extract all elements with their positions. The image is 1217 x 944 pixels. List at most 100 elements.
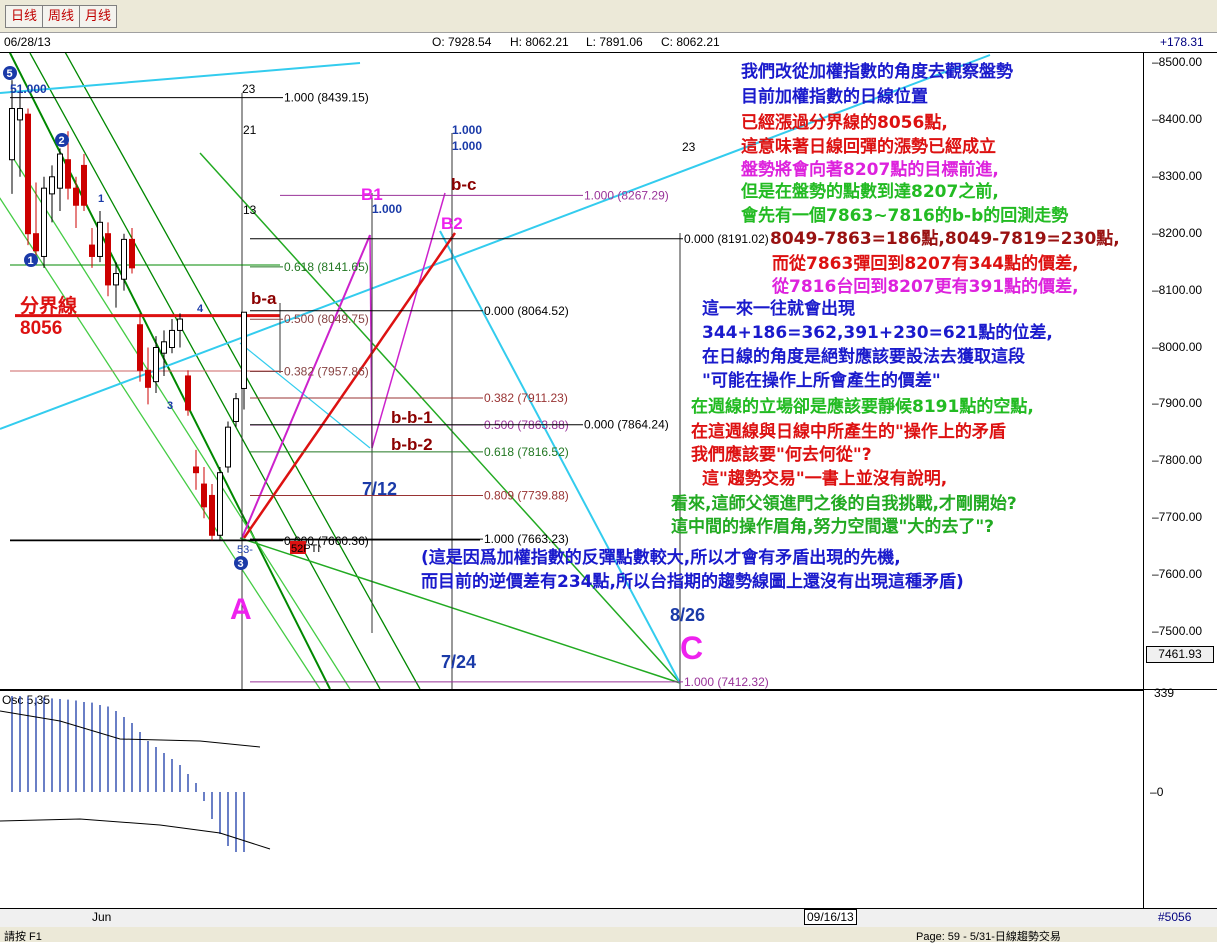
tab-daily[interactable]: 日线 xyxy=(5,5,44,28)
count-label: 1.000 xyxy=(372,202,402,216)
date-label: 06/28/13 xyxy=(4,35,51,49)
count-label: 51.000 xyxy=(10,82,47,96)
price-tick-7: –7800.00 xyxy=(1152,453,1203,468)
annotation-line-1: 我們改從加權指數的角度去觀察盤勢 xyxy=(741,62,1013,82)
candle-body xyxy=(169,329,175,348)
fib-label: 0.000 (8064.52) xyxy=(484,304,569,318)
annotation-line-8: 8049-7863=186點,8049-7819=230點, xyxy=(770,229,1120,249)
price-tick-10: –7500.00 xyxy=(1152,624,1203,638)
price-tick-9: –7600.00 xyxy=(1152,567,1203,582)
oscillator-axis: 339 –0 xyxy=(1143,686,1217,908)
candle-body xyxy=(177,318,183,331)
candle-body xyxy=(129,238,135,269)
fib-label: 0.000 (8191.02) xyxy=(684,232,769,246)
open-value: O: 7928.54 xyxy=(432,35,492,49)
price-tick-2: –8300.00 xyxy=(1152,168,1203,183)
fib-label: 1.000 (7663.23) xyxy=(484,532,569,546)
candle-body xyxy=(17,108,23,121)
count-label: 13 xyxy=(243,203,257,217)
status-bar: 請按 F1 Page: 59 - 5/31-日線趨勢交易 xyxy=(0,927,1217,943)
tab-monthly[interactable]: 月线 xyxy=(79,5,118,28)
wave-circle-label: 5 xyxy=(7,68,13,80)
price-tick-0: –8500.00 xyxy=(1152,55,1203,69)
date-label-724: 7/24 xyxy=(441,652,476,672)
annotation-line-15: 在週線的立場卻是應該要靜候8191點的空點, xyxy=(691,397,1034,417)
last-price-box: 7461.93 xyxy=(1146,646,1214,663)
annotation-line-11: 這一來一往就會出現 xyxy=(702,299,855,319)
annotation-line-9: 而從7863彈回到8207有344點的價差, xyxy=(772,254,1079,274)
count-label: 1.000 xyxy=(452,123,482,137)
annotation-line-20: 這中間的操作眉角,努力空間還"大的去了"? xyxy=(671,517,995,537)
candle-body xyxy=(113,273,119,286)
candle-body xyxy=(201,483,207,508)
tab-weekly[interactable]: 周线 xyxy=(42,5,81,28)
fib-label: 0.618 (8141.65) xyxy=(284,260,369,274)
candle-body xyxy=(89,244,95,257)
annotation-line-12: 344+186=362,391+230=621點的位差, xyxy=(702,323,1053,343)
price-tick-6: –7900.00 xyxy=(1152,396,1203,411)
annotation-line-22: 而目前的逆價差有234點,所以台指期的趨勢線圖上還沒有出現這種矛盾) xyxy=(421,572,964,592)
fib-label: 1.000 (8439.15) xyxy=(284,91,369,105)
price-tick-3: –8200.00 xyxy=(1152,225,1203,240)
candle-body xyxy=(161,341,167,354)
wave-label-a: A xyxy=(230,593,252,626)
fib-label: 0.382 (7957.86) xyxy=(284,364,369,378)
candle-body xyxy=(65,159,71,189)
wave-label-bb1: b-b-1 xyxy=(391,408,433,427)
fib-label: 0.500 (8049.75) xyxy=(284,312,369,326)
date-label-712: 7/12 xyxy=(362,479,397,499)
candle-body xyxy=(153,347,159,383)
osc-axis-top: 339 xyxy=(1154,686,1175,700)
wave-minor-label: 3 xyxy=(167,400,173,412)
candle-body xyxy=(81,164,87,206)
annotation-line-5: 盤勢將會向著8207點的目標前進, xyxy=(741,160,999,180)
fib-label: 0.000 (7864.24) xyxy=(584,418,669,432)
wave-circle-label: 3 xyxy=(238,558,244,570)
count-label: 21 xyxy=(243,123,257,137)
wave-minor-label: 4 xyxy=(197,303,204,315)
annotation-line-14: "可能在操作上所會產生的價差" xyxy=(702,371,941,391)
candle-body xyxy=(193,466,199,474)
annotation-line-16: 在這週線與日線中所產生的"操作上的矛盾 xyxy=(691,422,1006,442)
candle-body xyxy=(217,472,223,536)
fib-label: 0.809 (7739.88) xyxy=(484,489,569,503)
candle-body xyxy=(57,153,63,189)
candle-body xyxy=(209,494,215,536)
date-label-826: 8/26 xyxy=(670,605,705,625)
annotation-line-21: (這是因爲加權指數的反彈點數較大,所以才會有矛盾出現的先機, xyxy=(421,548,901,568)
price-tick-1: –8400.00 xyxy=(1152,111,1203,126)
candle-body xyxy=(9,108,15,161)
price-tick-8: –7700.00 xyxy=(1152,510,1203,525)
osc-signal-line xyxy=(0,710,261,748)
annotation-line-3: 已經漲過分界線的8056點, xyxy=(741,113,948,133)
candle-body xyxy=(73,187,79,206)
oscillator-chart[interactable] xyxy=(0,691,1143,907)
annotation-line-2: 目前加權指數的日線位置 xyxy=(741,87,928,107)
osc-axis-zero: –0 xyxy=(1150,785,1164,799)
divider-value: 8056 xyxy=(20,318,62,339)
annotation-line-10: 從7816台回到8207更有391點的價差, xyxy=(772,277,1079,297)
wave-label-b2: B2 xyxy=(441,214,463,233)
fib-label: 0.382 (7911.23) xyxy=(484,391,568,405)
wave-label-ba: b-a xyxy=(251,289,277,308)
candle-body xyxy=(225,426,231,468)
wave-label-bb2: b-b-2 xyxy=(391,435,433,454)
candle-body xyxy=(97,221,103,257)
low-value: L: 7891.06 xyxy=(586,35,643,49)
count-label: 53- xyxy=(237,544,253,556)
time-axis-bar: Jun 09/16/13 #5056 xyxy=(0,908,1217,928)
candle-body xyxy=(105,233,111,286)
count-label: 1.000 xyxy=(452,139,482,153)
wave-label-c: C xyxy=(680,630,703,666)
fib-label: 1.000 (8267.29) xyxy=(584,188,669,202)
month-label: Jun xyxy=(92,910,112,924)
candle-body xyxy=(233,398,239,422)
annotation-line-4: 這意味著日線回彈的漲勢已經成立 xyxy=(741,137,996,157)
count-label: 23 xyxy=(682,140,696,154)
divider-label: 分界線 xyxy=(20,294,77,317)
candle-body xyxy=(185,375,191,411)
date-marker: 09/16/13 xyxy=(804,909,857,925)
annotation-line-17: 我們應該要"何去何從"? xyxy=(691,445,872,465)
annotation-line-7: 會先有一個7863~7816的b-b的回測走勢 xyxy=(741,206,1069,226)
wave-minor-label: 1 xyxy=(98,193,104,205)
